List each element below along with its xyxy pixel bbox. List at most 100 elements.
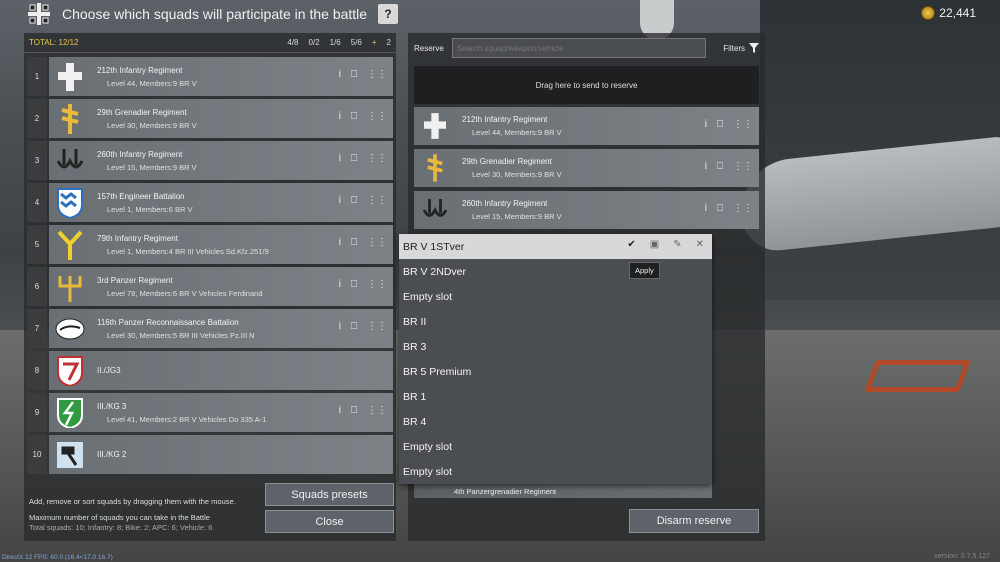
greyhound-emblem-icon xyxy=(53,312,87,346)
info-icon[interactable]: i xyxy=(705,203,707,214)
squad-totals-bar: TOTAL: 12/12 4/8 0/2 1/6 5/6 + 2 xyxy=(24,33,396,53)
fps-counter: DirectX 12 FPS: 60.0 (16.4<17.0 16.7) xyxy=(2,554,113,561)
drag-handle-icon[interactable]: ⋮⋮ xyxy=(733,161,753,172)
squad-row[interactable]: 1 212th Infantry Regiment Level 44, Membe… xyxy=(27,57,393,96)
squads-presets-button[interactable]: Squads presets xyxy=(265,483,394,506)
info-icon[interactable]: i xyxy=(705,161,707,172)
filters-button[interactable]: Filters xyxy=(723,43,759,53)
max-squads-info: Maximum number of squads you can take in… xyxy=(29,513,212,533)
preset-item[interactable]: BR 5 Premium xyxy=(399,359,712,384)
info-icon[interactable]: i xyxy=(339,69,341,80)
help-button[interactable]: ? xyxy=(378,4,398,24)
filters-label: Filters xyxy=(723,43,745,53)
y-rune-emblem-icon xyxy=(53,228,87,262)
slot-number: 3 xyxy=(27,141,47,180)
preset-item[interactable]: BR II xyxy=(399,309,712,334)
info-icon[interactable]: i xyxy=(339,195,341,206)
squad-name: 79th Infantry Regiment xyxy=(97,233,178,243)
preset-item[interactable]: Empty slot xyxy=(399,434,712,459)
drag-hint: Add, remove or sort squads by dragging t… xyxy=(29,497,236,506)
bavaria-shield-emblem-icon xyxy=(53,186,87,220)
preset-item[interactable]: BR 3 xyxy=(399,334,712,359)
gold-coin-icon xyxy=(921,6,936,20)
reserve-squad-row[interactable]: 29th Grenadier Regiment Level 30, Members… xyxy=(414,149,759,187)
preset-item[interactable]: Empty slot xyxy=(399,284,712,309)
squad-row[interactable]: 6 3rd Panzer Regiment Level 78, Members:6… xyxy=(27,267,393,306)
squad-row[interactable]: 9 III./KG 3 Level 41, Members:2 BR V Vehi… xyxy=(27,393,393,432)
reserve-label: Reserve xyxy=(414,43,444,53)
slot-number: 4 xyxy=(27,183,47,222)
squad-meta: Level 30, Members:9 BR V xyxy=(472,170,562,179)
iron-cross-emblem-icon xyxy=(53,60,87,94)
info-icon[interactable]: i xyxy=(339,321,341,332)
iron-cross-emblem-icon xyxy=(418,109,452,143)
vehicle-count: 5/6 xyxy=(350,38,362,47)
battle-squad-list[interactable]: 1 212th Infantry Regiment Level 44, Membe… xyxy=(27,57,393,489)
info-icon[interactable]: i xyxy=(705,119,707,130)
bookmark-icon[interactable]: ⎕ xyxy=(351,321,357,332)
squad-name: III./KG 2 xyxy=(97,450,127,459)
info-icon[interactable]: i xyxy=(339,237,341,248)
bookmark-icon[interactable]: ⎕ xyxy=(351,405,357,416)
drag-handle-icon[interactable]: ⋮⋮ xyxy=(367,405,387,416)
balkenkreuz-icon xyxy=(28,3,50,25)
preset-item[interactable]: BR 1 xyxy=(399,384,712,409)
bookmark-icon[interactable]: ⎕ xyxy=(351,195,357,206)
squad-row[interactable]: 10 III./KG 2 xyxy=(27,435,393,474)
preset-item[interactable]: BR 4 xyxy=(399,409,712,434)
squad-row[interactable]: 3 260th Infantry Regiment Level 15, Membe… xyxy=(27,141,393,180)
bookmark-icon[interactable]: ⎕ xyxy=(351,69,357,80)
drag-handle-icon[interactable]: ⋮⋮ xyxy=(733,119,753,130)
bookmark-icon[interactable]: ⎕ xyxy=(717,161,723,172)
reserve-squad-row[interactable]: 4th Panzergrenadier Regiment xyxy=(414,484,712,498)
edit-icon[interactable]: ✎ xyxy=(673,239,681,250)
preset-item[interactable]: Empty slot xyxy=(399,459,712,484)
squad-row[interactable]: 2 29th Grenadier Regiment Level 30, Membe… xyxy=(27,99,393,138)
bookmark-icon[interactable]: ⎕ xyxy=(717,203,723,214)
bookmark-icon[interactable]: ⎕ xyxy=(351,111,357,122)
drag-handle-icon[interactable]: ⋮⋮ xyxy=(367,321,387,332)
drag-handle-icon[interactable]: ⋮⋮ xyxy=(367,237,387,248)
squad-row[interactable]: 7 116th Panzer Reconnaissance Battalion L… xyxy=(27,309,393,348)
drag-handle-icon[interactable]: ⋮⋮ xyxy=(367,69,387,80)
close-button[interactable]: Close xyxy=(265,510,394,533)
squad-row[interactable]: 5 79th Infantry Regiment Level 1, Members… xyxy=(27,225,393,264)
disarm-reserve-button[interactable]: Disarm reserve xyxy=(629,509,759,533)
save-icon[interactable]: ▣ xyxy=(650,239,659,250)
drag-handle-icon[interactable]: ⋮⋮ xyxy=(367,279,387,290)
squad-meta: Level 41, Members:2 BR V Vehicles Do 335… xyxy=(107,414,267,424)
bookmark-icon[interactable]: ⎕ xyxy=(351,279,357,290)
bookmark-icon[interactable]: ⎕ xyxy=(351,237,357,248)
squad-meta: Level 44, Members:9 BR V xyxy=(472,128,562,137)
info-icon[interactable]: i xyxy=(339,405,341,416)
squad-name: 116th Panzer Reconnaissance Battalion xyxy=(97,317,239,327)
slot-number: 8 xyxy=(27,351,47,390)
squad-meta: Level 1, Members:4 BR III Vehicles Sd.Kf… xyxy=(107,246,269,256)
reserve-squad-row[interactable]: 212th Infantry Regiment Level 44, Members… xyxy=(414,107,759,145)
squad-name: 4th Panzergrenadier Regiment xyxy=(454,486,557,496)
drag-handle-icon[interactable]: ⋮⋮ xyxy=(733,203,753,214)
drag-handle-icon[interactable]: ⋮⋮ xyxy=(367,195,387,206)
search-input[interactable] xyxy=(451,38,706,58)
info-icon[interactable]: i xyxy=(339,153,341,164)
apply-tooltip: Apply xyxy=(629,262,660,279)
squad-row[interactable]: 8 II./JG3 xyxy=(27,351,393,390)
slot-number: 2 xyxy=(27,99,47,138)
bookmark-icon[interactable]: ⎕ xyxy=(717,119,723,130)
close-icon[interactable]: ✕ xyxy=(696,239,704,250)
info-icon[interactable]: i xyxy=(339,279,341,290)
total-count: TOTAL: 12/12 xyxy=(29,38,79,47)
slot-number: 9 xyxy=(27,393,47,432)
drag-handle-icon[interactable]: ⋮⋮ xyxy=(367,111,387,122)
reserve-dropzone[interactable]: Drag here to send to reserve xyxy=(414,66,759,104)
checkmark-icon[interactable]: ✔ xyxy=(627,239,635,250)
squad-meta: Level 44, Members:9 BR V xyxy=(107,78,197,88)
bookmark-icon[interactable]: ⎕ xyxy=(351,153,357,164)
squad-name: 3rd Panzer Regiment xyxy=(97,275,173,285)
squad-row[interactable]: 4 157th Engineer Battalion Level 1, Membe… xyxy=(27,183,393,222)
preset-item[interactable]: BR V 2NDver xyxy=(399,259,712,284)
squad-name: 29th Grenadier Regiment xyxy=(462,157,552,166)
reserve-squad-row[interactable]: 260th Infantry Regiment Level 15, Members… xyxy=(414,191,759,229)
info-icon[interactable]: i xyxy=(339,111,341,122)
drag-handle-icon[interactable]: ⋮⋮ xyxy=(367,153,387,164)
